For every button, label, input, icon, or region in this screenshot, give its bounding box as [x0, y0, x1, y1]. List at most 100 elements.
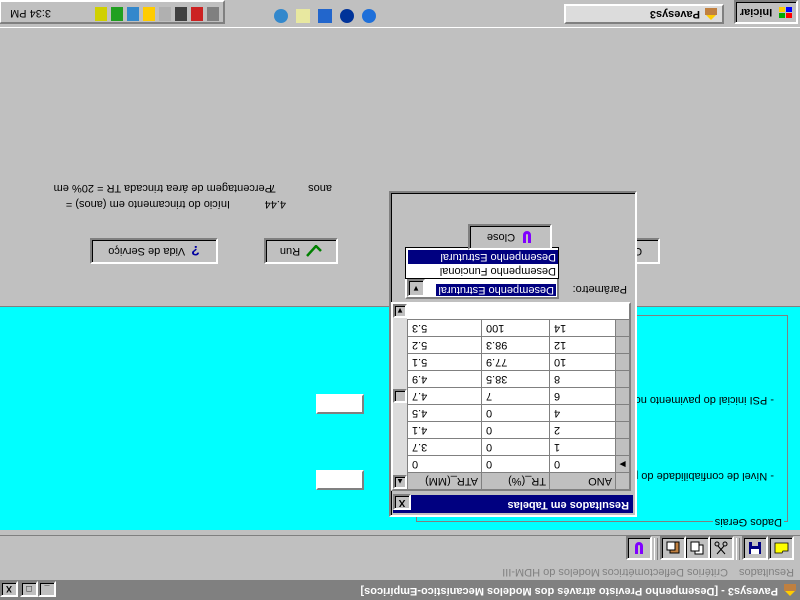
pavesys-app-icon — [784, 584, 796, 596]
grid-cell[interactable]: 5.2 — [407, 336, 481, 353]
edit-icon[interactable] — [296, 9, 310, 23]
window-title-bar[interactable]: Pavesys3 - [Desempenho Previsto através … — [0, 580, 800, 600]
grid-row-selector[interactable] — [615, 421, 629, 438]
open-button[interactable] — [768, 536, 794, 560]
grid-cell[interactable]: 4.1 — [407, 421, 481, 438]
dropdown-arrow-icon[interactable]: ▼ — [407, 279, 425, 297]
grid-column-header[interactable]: ATR_(MM) — [407, 472, 481, 489]
antivirus-icon[interactable] — [95, 7, 107, 21]
dialog-close-action-button[interactable]: Close — [468, 224, 552, 250]
tray-icons — [95, 7, 219, 21]
menu-criterios[interactable]: Critérios Deflectométricos — [602, 566, 728, 578]
save-icon — [749, 542, 761, 554]
grid-cell[interactable]: 0 — [481, 438, 549, 455]
grid-cell[interactable]: 12 — [549, 336, 615, 353]
parameter-select[interactable]: Desempenho Estrutural ▼ — [405, 277, 559, 299]
group-label: Dados Gerais — [712, 516, 784, 528]
scroll-down-button[interactable]: ▼ — [393, 304, 407, 318]
grid-cell[interactable]: 77.9 — [481, 353, 549, 370]
grid-cell[interactable]: 0 — [481, 421, 549, 438]
copy-button[interactable] — [684, 536, 710, 560]
grid-cell[interactable]: 98.3 — [481, 336, 549, 353]
save-button[interactable] — [742, 536, 768, 560]
close-magnet-icon — [523, 231, 532, 243]
grid-cell[interactable]: 0 — [549, 455, 615, 472]
grid-row-selector[interactable] — [615, 404, 629, 421]
crack-pct-unit: anos — [308, 182, 332, 194]
grid-cell[interactable]: 4 — [549, 404, 615, 421]
clock[interactable]: 3:34 PM — [10, 7, 51, 19]
service-life-button[interactable]: ? Vida de Serviço — [90, 238, 218, 264]
open-folder-icon — [774, 542, 789, 554]
outlook-icon[interactable] — [340, 9, 354, 23]
grid-cell[interactable]: 8 — [549, 370, 615, 387]
grid-row-selector[interactable] — [615, 438, 629, 455]
parameter-label: Parâmetro: — [572, 283, 627, 295]
security-icon[interactable] — [111, 7, 123, 21]
ie-tray-icon[interactable] — [127, 7, 139, 21]
psi-label: - PSI inicial do pavimento novo = — [613, 394, 774, 406]
grid-cell[interactable]: 5.1 — [407, 353, 481, 370]
grid-cell[interactable]: 5.3 — [407, 319, 481, 336]
grid-row-selector[interactable] — [615, 353, 629, 370]
channel-icon[interactable] — [274, 9, 288, 23]
exit-button[interactable] — [626, 536, 652, 560]
grid-cell[interactable]: 3.7 — [407, 438, 481, 455]
parameter-option-funcional[interactable]: Desempenho Funcional — [408, 264, 558, 278]
taskbar-item-pavesys[interactable]: Pavesys3 — [564, 4, 724, 24]
refresh-icon[interactable] — [318, 9, 332, 23]
grid-vertical-scrollbar[interactable]: ▲ ▼ — [393, 304, 407, 489]
psi-field[interactable] — [316, 394, 364, 414]
dialog-close-button[interactable]: X — [393, 494, 411, 510]
close-window-button[interactable]: X — [0, 581, 18, 597]
grid-row-selector[interactable]: ▶ — [615, 455, 629, 472]
menu-modelos-hdm[interactable]: Modelos do HDM-III — [502, 566, 600, 578]
grid-row-selector[interactable] — [615, 319, 629, 336]
printer-icon[interactable] — [207, 7, 219, 21]
quick-launch — [274, 9, 376, 23]
grid-row-selector[interactable] — [615, 336, 629, 353]
minimize-button[interactable]: _ — [38, 581, 56, 597]
grid-column-header[interactable]: ANO — [549, 472, 615, 489]
grid-cell[interactable]: 2 — [549, 421, 615, 438]
grid-cell[interactable]: 10 — [549, 353, 615, 370]
start-button[interactable]: Iniciar — [734, 0, 798, 24]
grid-cell[interactable]: 4.5 — [407, 404, 481, 421]
reliability-field[interactable] — [316, 470, 364, 490]
grid-cell[interactable]: 14 — [549, 319, 615, 336]
cut-button[interactable] — [708, 536, 734, 560]
parameter-option-estrutural[interactable]: Desempenho Estrutural — [408, 250, 558, 264]
parameter-options-list[interactable]: Desempenho Funcional Desempenho Estrutur… — [405, 247, 559, 279]
task-scheduler-icon[interactable] — [159, 7, 171, 21]
menu-resultados[interactable]: Resultados — [739, 566, 794, 578]
grid-cell[interactable]: 7 — [481, 387, 549, 404]
sound-icon[interactable] — [143, 7, 155, 21]
grid-cell[interactable]: 1 — [549, 438, 615, 455]
grid-column-header[interactable]: TR_(%) — [481, 472, 549, 489]
grid-cell[interactable]: 4.7 — [407, 387, 481, 404]
grid-row-selector[interactable] — [615, 387, 629, 404]
run-button[interactable]: Run — [264, 238, 338, 264]
ie-icon[interactable] — [362, 9, 376, 23]
taskbar: Iniciar Pavesys3 3:34 PM — [0, 0, 800, 28]
results-grid[interactable]: ANO TR_(%) ATR_(MM) ▶ 0 0 0 1 0 3.7 2 0 4.1 4 0 4.5 6 7 4.… — [391, 302, 631, 491]
dialog-title-bar[interactable]: Resultados em Tabelas X — [393, 494, 633, 513]
monitor-icon[interactable] — [175, 7, 187, 21]
question-icon: ? — [191, 243, 200, 259]
maximize-button[interactable]: □ — [20, 581, 38, 597]
grid-cell[interactable]: 0 — [481, 455, 549, 472]
network-icon[interactable] — [191, 7, 203, 21]
paste-button[interactable] — [660, 536, 686, 560]
grid-cell[interactable]: 0 — [407, 455, 481, 472]
crack-start-value: 4.44 — [264, 198, 286, 210]
scroll-up-button[interactable]: ▲ — [393, 475, 407, 489]
toolbar — [0, 535, 800, 562]
close-magnet-icon — [635, 542, 643, 554]
grid-cell[interactable]: 100 — [481, 319, 549, 336]
grid-row-selector[interactable] — [615, 370, 629, 387]
scroll-thumb[interactable] — [393, 389, 407, 403]
grid-cell[interactable]: 0 — [481, 404, 549, 421]
grid-cell[interactable]: 38.5 — [481, 370, 549, 387]
grid-cell[interactable]: 6 — [549, 387, 615, 404]
grid-cell[interactable]: 4.9 — [407, 370, 481, 387]
